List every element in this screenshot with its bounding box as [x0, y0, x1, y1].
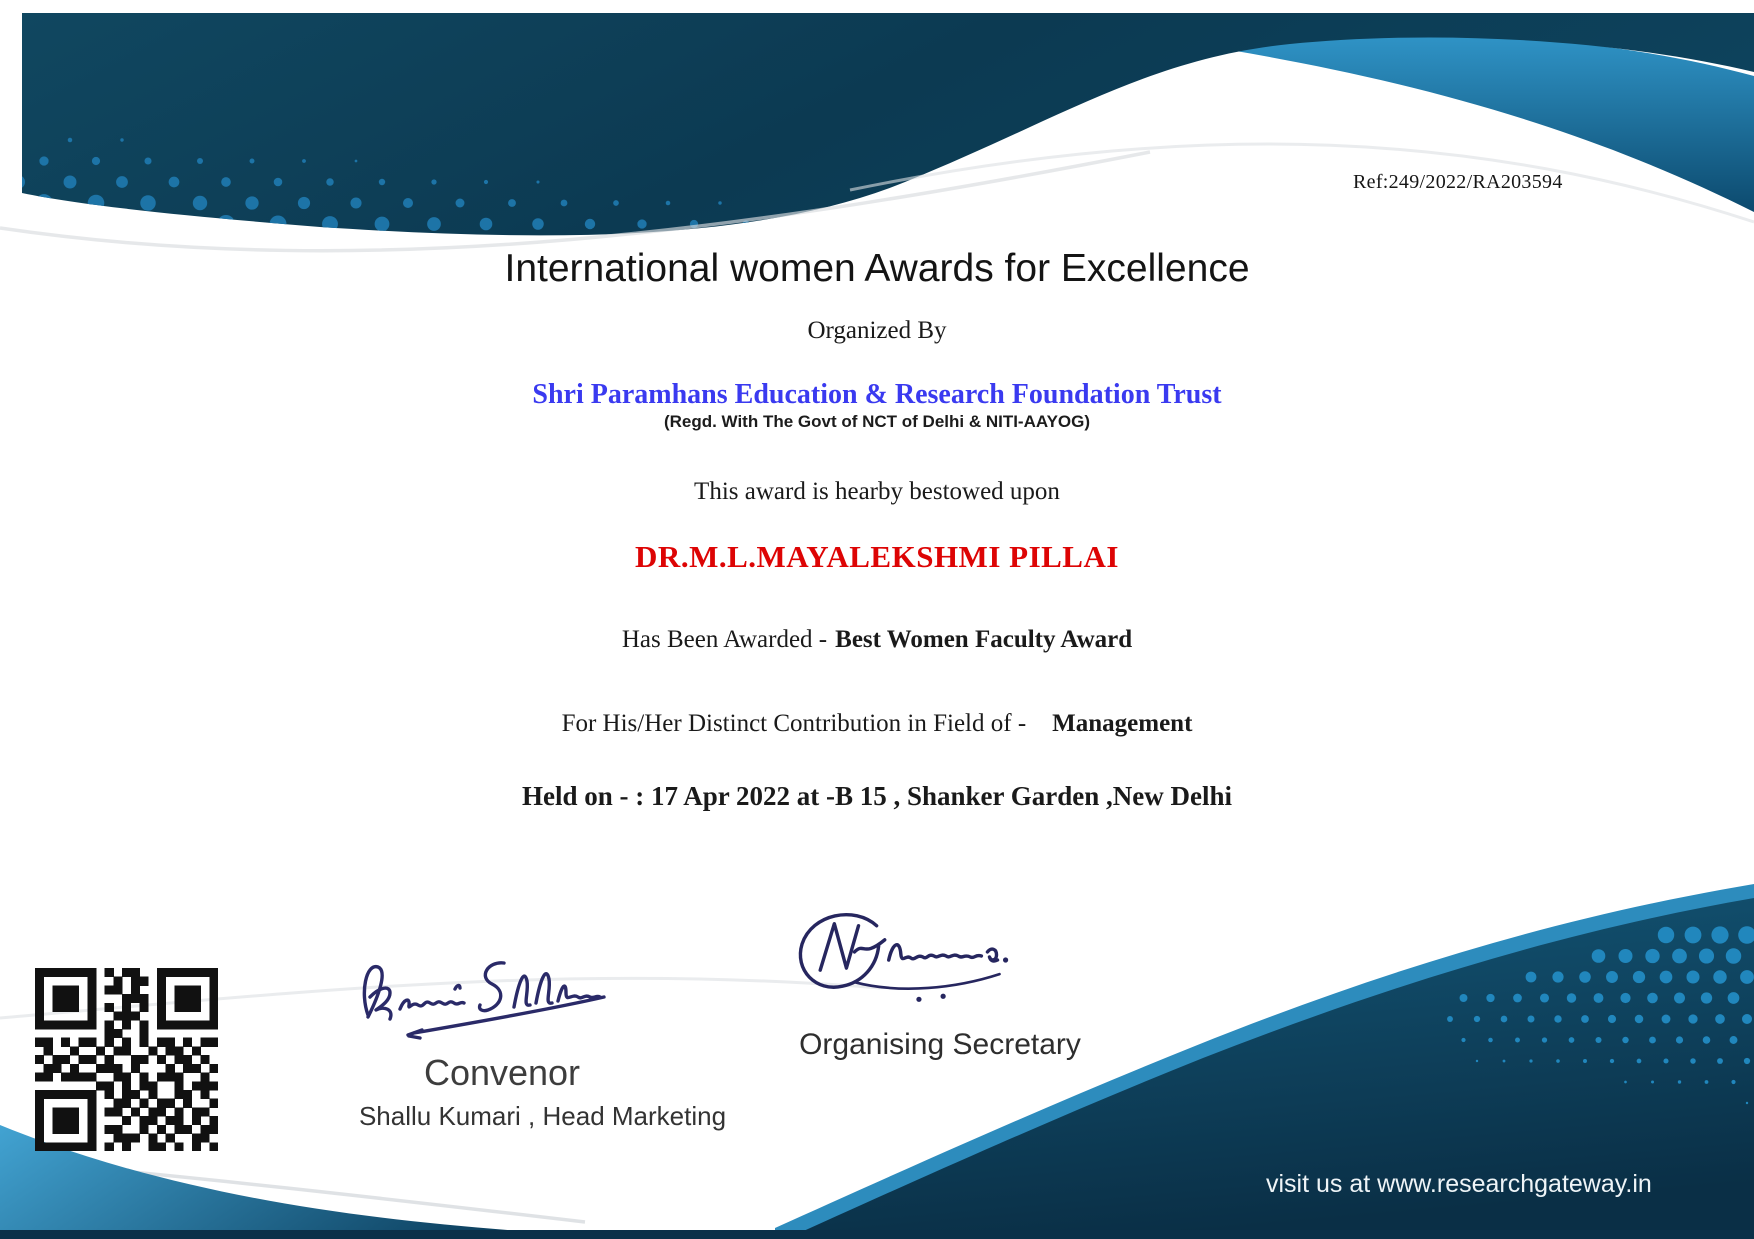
award-name: Best Women Faculty Award: [835, 626, 1132, 653]
bottom-strip: [0, 1230, 1754, 1239]
event-details-line: Held on - : 17 Apr 2022 at -B 15 , Shank…: [0, 781, 1754, 812]
award-line-prefix: Has Been Awarded -: [622, 626, 827, 653]
top-halftone-dots: [7, 137, 983, 258]
secretary-role: Organising Secretary: [795, 1028, 1085, 1062]
organization-name: Shri Paramhans Education & Research Foun…: [0, 379, 1754, 411]
contribution-prefix: For His/Her Distinct Contribution in Fie…: [562, 710, 1027, 737]
award-line: Has Been Awarded - Best Women Faculty Awa…: [0, 626, 1754, 654]
qr-code: [35, 968, 218, 1151]
convenor-role: Convenor: [352, 1052, 652, 1094]
bottom-halftone-dots: [1447, 926, 1754, 1104]
organized-by-label: Organized By: [0, 317, 1754, 345]
recipient-name: DR.M.L.MAYALEKSHMI PILLAI: [0, 539, 1754, 575]
convenor-signature-image: [352, 936, 682, 1048]
ref-number: Ref:249/2022/RA203594: [1353, 171, 1563, 194]
bestowed-line: This award is hearby bestowed upon: [0, 478, 1754, 506]
contribution-line: For His/Her Distinct Contribution in Fie…: [0, 710, 1754, 738]
secretary-signature-image: [790, 901, 1062, 1013]
convenor-name-line: Shallu Kumari , Head Marketing: [310, 1101, 775, 1132]
certificate-page: Ref:249/2022/RA203594 International wome…: [0, 0, 1754, 1239]
field-name: Management: [1052, 710, 1192, 737]
footer-link: visit us at www.researchgateway.in: [1266, 1170, 1652, 1199]
organization-registration: (Regd. With The Govt of NCT of Delhi & N…: [0, 412, 1754, 432]
certificate-title: International women Awards for Excellenc…: [0, 247, 1754, 291]
top-teal-band: [22, 13, 1754, 235]
